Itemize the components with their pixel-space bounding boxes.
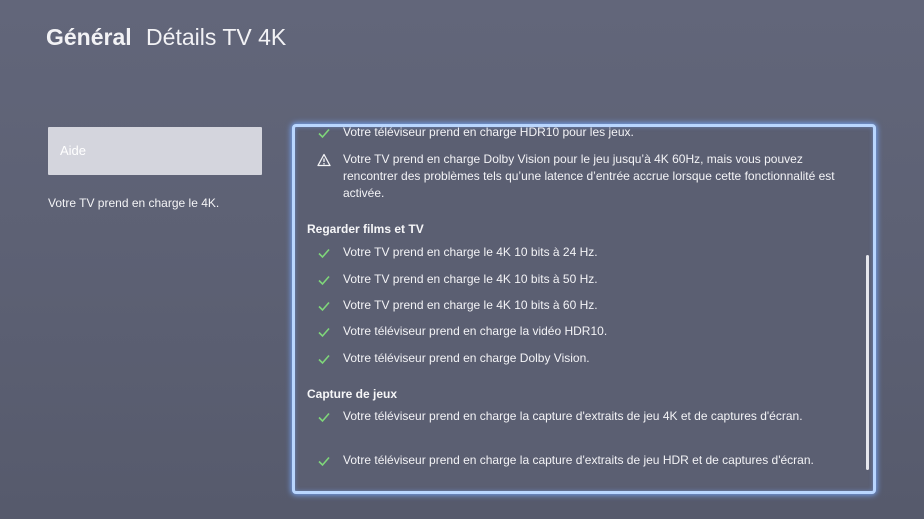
list-item: Votre TV prend en charge Dolby Vision po…: [317, 151, 837, 202]
check-icon: [318, 248, 330, 259]
panel-scrollbar[interactable]: [866, 255, 869, 470]
item-text: Votre TV prend en charge Dolby Vision po…: [343, 152, 835, 200]
item-text: Votre téléviseur prend en charge HDR10 p…: [343, 125, 634, 139]
item-text: Votre téléviseur prend en charge la capt…: [343, 453, 814, 467]
item-text: Votre TV prend en charge le 4K 10 bits à…: [343, 298, 598, 312]
support-note: Votre TV prend en charge le 4K.: [48, 196, 220, 210]
help-button[interactable]: Aide: [48, 127, 262, 175]
item-text: Votre TV prend en charge le 4K 10 bits à…: [343, 245, 598, 259]
check-icon: [318, 128, 330, 139]
list-item: Votre téléviseur prend en charge HDR10 p…: [317, 125, 837, 141]
check-icon: [318, 327, 330, 338]
item-text: Votre téléviseur prend en charge Dolby V…: [343, 351, 590, 365]
list-item: Votre téléviseur prend en charge la capt…: [317, 408, 837, 425]
details-panel[interactable]: Votre téléviseur prend en charge HDR10 p…: [292, 124, 876, 494]
section-title: Général: [46, 24, 132, 50]
item-text: Votre téléviseur prend en charge la vidé…: [343, 324, 608, 338]
page-title: Détails TV 4K: [146, 24, 287, 50]
list-item: Votre téléviseur prend en charge Dolby V…: [317, 350, 837, 367]
check-icon: [318, 456, 330, 467]
item-text: Votre téléviseur prend en charge la capt…: [343, 409, 803, 423]
list-item: Votre TV prend en charge le 4K 10 bits à…: [317, 244, 837, 261]
page-header: Général Détails TV 4K: [46, 24, 286, 51]
list-item: Votre TV prend en charge le 4K 10 bits à…: [317, 297, 837, 314]
item-text: Votre TV prend en charge le 4K 10 bits à…: [343, 272, 598, 286]
list-item: Votre téléviseur prend en charge la vidé…: [317, 323, 837, 340]
warning-icon: [317, 153, 331, 167]
section-heading-films: Regarder films et TV: [307, 222, 424, 236]
check-icon: [318, 412, 330, 423]
check-icon: [318, 301, 330, 312]
help-button-label: Aide: [60, 143, 87, 158]
list-item: Votre téléviseur prend en charge la capt…: [317, 452, 837, 469]
check-icon: [318, 354, 330, 365]
section-heading-capture: Capture de jeux: [307, 387, 398, 401]
list-item: Votre TV prend en charge le 4K 10 bits à…: [317, 271, 837, 288]
check-icon: [318, 275, 330, 286]
